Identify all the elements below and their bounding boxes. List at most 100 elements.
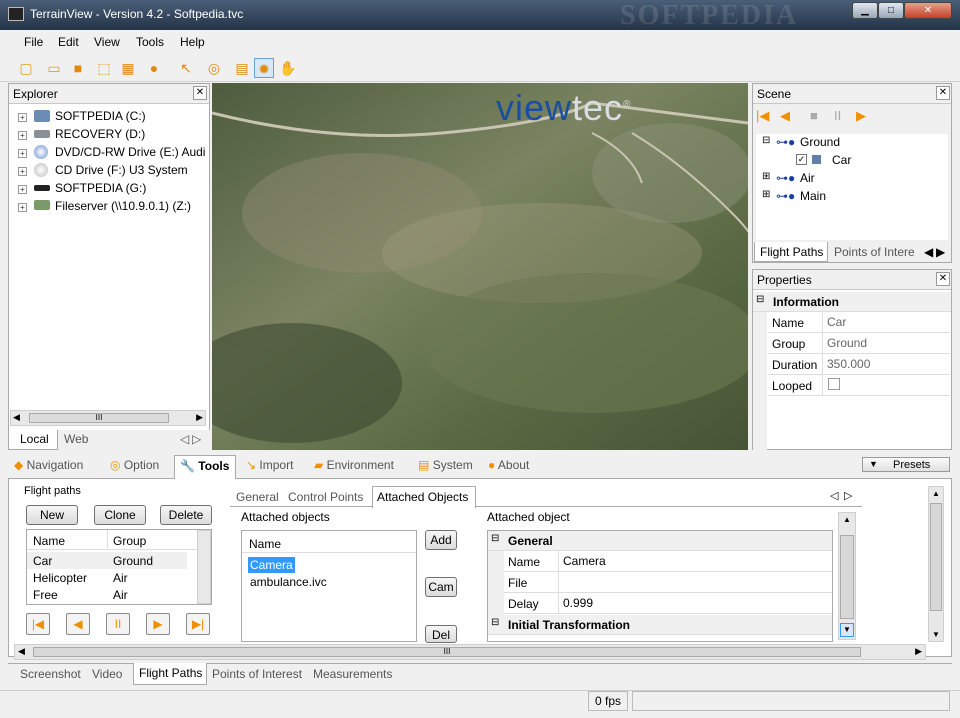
attached-object-scrollbar[interactable]: ▲ ▼ <box>838 512 856 640</box>
tab-flight-paths[interactable]: Flight Paths <box>754 242 828 262</box>
tab-measurements[interactable]: Measurements <box>313 667 392 681</box>
tab-points-of-interest-view[interactable]: Points of Interest <box>212 667 302 681</box>
property-row-looped[interactable]: Looped <box>768 375 950 396</box>
tab-general[interactable]: General <box>236 490 279 504</box>
scene-close-icon[interactable]: ✕ <box>936 86 950 100</box>
object-row-delay[interactable]: Delay 0.999 <box>504 593 832 614</box>
tile-icon[interactable]: ▦ <box>118 58 138 78</box>
list-item-selected[interactable]: Camera <box>248 557 295 573</box>
subtab-right-arrow-icon[interactable]: ▷ <box>844 489 852 502</box>
properties-group-header[interactable]: ⊟ Information <box>753 292 951 312</box>
section-general[interactable]: ⊟ General <box>488 531 832 551</box>
drive-item[interactable]: +DVD/CD-RW Drive (E:) Audio CD <box>10 144 206 162</box>
scene-rewind-icon[interactable]: |◀ <box>756 108 769 124</box>
tab-system[interactable]: ▤ System <box>418 458 473 472</box>
tab-flight-paths-view[interactable]: Flight Paths <box>133 663 207 685</box>
new-button[interactable]: New <box>26 505 78 525</box>
presets-button[interactable]: ▼ Presets <box>862 457 950 472</box>
tab-local[interactable]: Local <box>8 430 58 450</box>
tab-video[interactable]: Video <box>92 667 122 681</box>
fit-view-icon[interactable]: ⬚ <box>94 58 114 78</box>
object-row-name[interactable]: Name Camera <box>504 551 832 572</box>
tools-v-scrollbar[interactable]: ▲ ▼ <box>928 486 944 642</box>
sun-icon[interactable]: ✹ <box>254 58 274 78</box>
landscape-icon[interactable]: ▤ <box>232 58 252 78</box>
tab-navigation[interactable]: ◆ Navigation <box>14 458 83 472</box>
tab-tools[interactable]: 🔧 Tools <box>174 455 236 480</box>
object-row-file[interactable]: File <box>504 572 832 593</box>
tab-points-of-interest[interactable]: Points of Intere <box>834 245 915 259</box>
menu-help[interactable]: Help <box>180 35 205 49</box>
tab-about[interactable]: ● About <box>488 458 529 472</box>
column-name[interactable]: Name <box>33 534 65 548</box>
scene-pause-icon[interactable]: II <box>834 108 841 123</box>
property-row-name[interactable]: Name Car <box>768 312 950 333</box>
terrain-viewport[interactable]: viewtec® <box>212 83 748 450</box>
tab-import[interactable]: ↘ Import <box>246 458 293 472</box>
property-row-group[interactable]: Group Ground <box>768 333 950 354</box>
scene-play-icon[interactable]: ▶ <box>856 108 866 124</box>
drive-item[interactable]: + SOFTPEDIA (G:) <box>10 180 206 198</box>
menu-view[interactable]: View <box>94 35 120 49</box>
drive-item[interactable]: + RECOVERY (D:) <box>10 126 206 144</box>
tab-left-arrow-icon[interactable]: ◁ <box>180 432 189 446</box>
maximize-button[interactable]: □ <box>878 2 904 19</box>
scene-node-car[interactable]: ✓ Car <box>756 152 946 170</box>
list-item[interactable]: Helicopter Air <box>27 569 187 586</box>
tab-screenshot[interactable]: Screenshot <box>20 667 81 681</box>
tab-option[interactable]: ◎ Option <box>110 458 159 472</box>
close-button[interactable]: ✕ <box>904 2 952 19</box>
next-icon[interactable]: ▶ <box>146 613 170 635</box>
menu-edit[interactable]: Edit <box>58 35 79 49</box>
previous-icon[interactable]: ◀ <box>66 613 90 635</box>
property-row-duration[interactable]: Duration 350.000 <box>768 354 950 375</box>
section-initial-transformation[interactable]: ⊟ Initial Transformation <box>488 615 832 635</box>
new-file-icon[interactable]: ▢ <box>16 58 36 78</box>
scene-node-main[interactable]: ⊞ ⊶● Main <box>756 188 946 206</box>
looped-checkbox[interactable] <box>828 378 840 390</box>
properties-close-icon[interactable]: ✕ <box>936 272 950 286</box>
car-checkbox[interactable]: ✓ <box>796 154 807 165</box>
pointer-icon[interactable]: ↖ <box>176 58 196 78</box>
tab-control-points[interactable]: Control Points <box>288 490 363 504</box>
scene-stop-icon[interactable]: ■ <box>810 108 818 123</box>
pause-icon[interactable]: II <box>106 613 130 635</box>
globe-icon[interactable]: ◎ <box>204 58 224 78</box>
column-group[interactable]: Group <box>113 534 146 548</box>
minimize-button[interactable]: ▁ <box>852 2 878 19</box>
hand-icon[interactable]: ✋ <box>278 58 298 78</box>
save-icon[interactable]: ■ <box>68 58 88 78</box>
tab-right-arrow-icon[interactable]: ▶ <box>936 245 945 259</box>
menu-tools[interactable]: Tools <box>136 35 164 49</box>
subtab-left-arrow-icon[interactable]: ◁ <box>830 489 838 502</box>
open-folder-icon[interactable]: ▭ <box>44 58 64 78</box>
flight-path-scrollbar[interactable] <box>197 530 211 604</box>
column-name[interactable]: Name <box>249 537 281 551</box>
tab-left-arrow-icon[interactable]: ◀ <box>924 245 933 259</box>
scene-node-ground[interactable]: ⊟ ⊶● Ground <box>756 134 946 152</box>
scene-node-air[interactable]: ⊞ ⊶● Air <box>756 170 946 188</box>
list-item[interactable]: Free Air <box>27 586 187 603</box>
cam-button[interactable]: Cam <box>425 577 457 597</box>
list-item[interactable]: Car Ground <box>27 552 187 569</box>
list-item[interactable]: ambulance.ivc <box>248 574 329 590</box>
drive-item[interactable]: + Fileserver (\\10.9.0.1) (Z:) <box>10 198 206 216</box>
last-keyframe-icon[interactable]: ▶| <box>186 613 210 635</box>
explorer-close-icon[interactable]: ✕ <box>193 86 207 100</box>
help-icon[interactable]: ● <box>144 58 164 78</box>
scene-back-icon[interactable]: ◀ <box>780 108 790 124</box>
add-button[interactable]: Add <box>425 530 457 550</box>
drive-item[interactable]: + SOFTPEDIA (C:) <box>10 108 206 126</box>
drive-item[interactable]: + CD Drive (F:) U3 System <box>10 162 206 180</box>
first-keyframe-icon[interactable]: |◀ <box>26 613 50 635</box>
tab-right-arrow-icon[interactable]: ▷ <box>192 432 201 446</box>
del-button[interactable]: Del <box>425 625 457 643</box>
tab-environment[interactable]: ▰ Environment <box>314 458 394 472</box>
tab-web[interactable]: Web <box>64 432 88 446</box>
delete-button[interactable]: Delete <box>160 505 212 525</box>
clone-button[interactable]: Clone <box>94 505 146 525</box>
tab-attached-objects[interactable]: Attached Objects <box>372 486 476 508</box>
tools-h-scrollbar[interactable]: ◀ III ▶ <box>14 644 926 660</box>
menu-file[interactable]: File <box>24 35 43 49</box>
explorer-h-scrollbar[interactable]: ◀ III ▶ <box>10 410 206 426</box>
